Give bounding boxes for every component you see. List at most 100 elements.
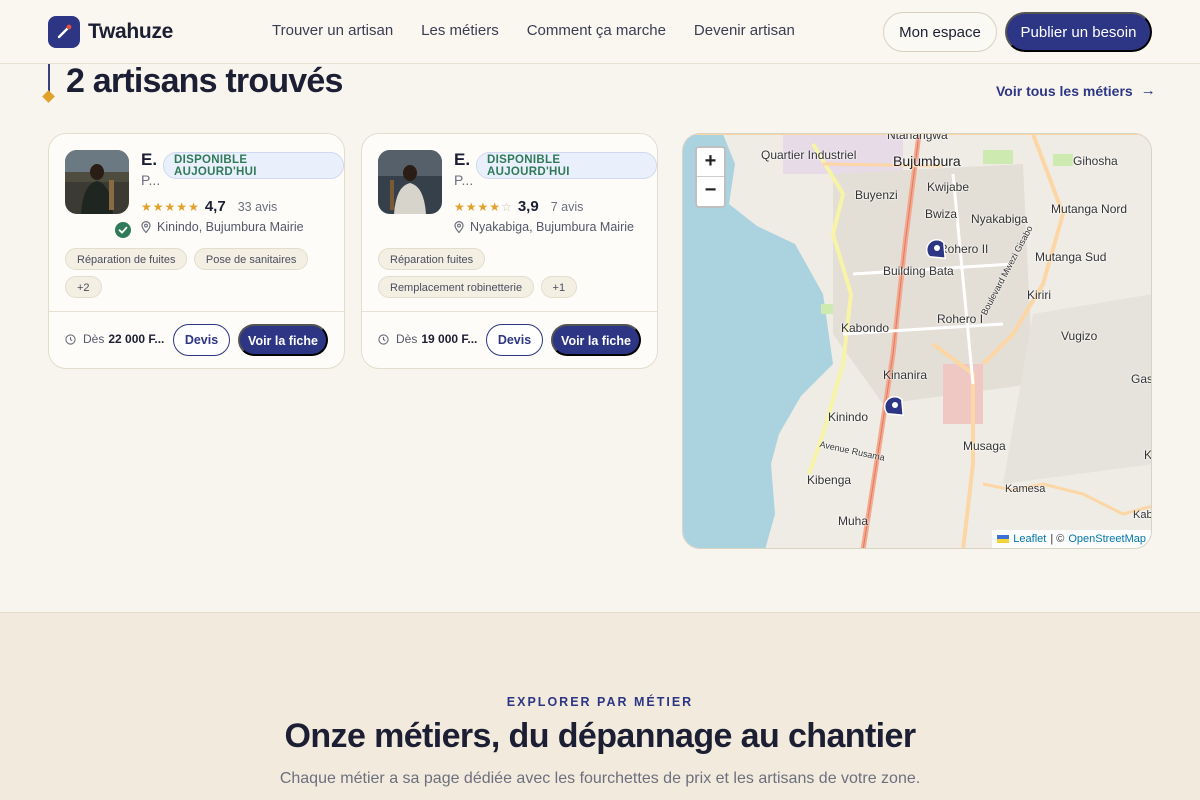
map-label: Musaga xyxy=(963,439,1006,453)
results-map[interactable]: Ntahangwa Quartier Industriel Bujumbura … xyxy=(682,133,1152,549)
clock-icon xyxy=(65,333,76,345)
section-eyebrow: EXPLORER PAR MÉTIER xyxy=(506,695,694,709)
map-label: Nyakabiga xyxy=(971,212,1028,226)
price-from: Dès 22 000 F... xyxy=(65,332,164,346)
map-label: Kab xyxy=(1133,509,1152,521)
more-tags-count: +1 xyxy=(540,276,578,298)
my-space-button[interactable]: Mon espace xyxy=(883,12,997,52)
star-icon: ★ xyxy=(164,199,176,214)
nav-how-it-works[interactable]: Comment ça marche xyxy=(527,22,666,39)
location-pin-icon xyxy=(454,221,464,233)
map-label: Mutanga Nord xyxy=(1051,202,1128,216)
results-title: 2 artisans trouvés xyxy=(66,62,343,100)
artisan-location: Kinindo, Bujumbura Mairie xyxy=(141,220,304,234)
artisan-name: E. xyxy=(454,150,471,169)
view-profile-button[interactable]: Voir la fiche xyxy=(238,324,328,356)
rating-row: ★ ★ ★ ★ ★ 4,7 33 avis xyxy=(141,198,277,215)
arrow-right-icon: → xyxy=(1140,82,1156,99)
avatar xyxy=(378,150,442,214)
map-label: Gas xyxy=(1131,372,1152,386)
zoom-out-button[interactable]: − xyxy=(697,177,724,206)
publish-need-button[interactable]: Publier un besoin xyxy=(1005,12,1152,52)
service-tags: Réparation de fuites Pose de sanitaires … xyxy=(65,248,335,304)
map-label: Bwiza xyxy=(925,207,958,221)
map-label: Gihosha xyxy=(1073,154,1118,168)
clock-icon xyxy=(378,333,389,345)
location-text: Nyakabiga, Bujumbura Mairie xyxy=(470,220,634,234)
map-label: K xyxy=(1144,448,1152,462)
card-divider xyxy=(49,311,344,312)
star-icon: ★ xyxy=(454,199,465,214)
card-divider xyxy=(362,311,657,312)
quote-button[interactable]: Devis xyxy=(486,324,543,356)
nav-trades[interactable]: Les métiers xyxy=(421,22,499,39)
star-icon: ★ xyxy=(477,199,489,214)
service-tags: Réparation fuites Remplacement robinette… xyxy=(378,248,648,304)
leaflet-link[interactable]: Leaflet xyxy=(1013,533,1046,545)
explore-trades-section: EXPLORER PAR MÉTIER Onze métiers, du dép… xyxy=(0,612,1200,800)
map-label: Kabondo xyxy=(841,321,890,335)
artisan-card[interactable]: E. P... DISPONIBLE AUJOURD'HUI ★ ★ ★ ★ ★… xyxy=(48,133,345,369)
map-label: Vugizo xyxy=(1061,329,1098,343)
service-tag: Remplacement robinetterie xyxy=(378,276,535,298)
artisan-map-marker[interactable] xyxy=(879,391,909,421)
star-icon: ★ xyxy=(152,199,164,214)
attribution-separator: | © xyxy=(1050,533,1065,545)
availability-badge: DISPONIBLE AUJOURD'HUI xyxy=(476,152,657,179)
map-label: Kibenga xyxy=(807,473,852,487)
map-label: Kwijabe xyxy=(927,180,970,194)
map-label: Quartier Industriel xyxy=(761,148,857,162)
nav-become-artisan[interactable]: Devenir artisan xyxy=(694,22,795,39)
verified-check-icon xyxy=(115,222,131,238)
map-label: Muha xyxy=(838,514,869,528)
star-icon: ★ xyxy=(489,199,501,214)
quote-button[interactable]: Devis xyxy=(173,324,230,356)
site-header: Twahuze Trouver un artisan Les métiers C… xyxy=(0,0,1200,64)
star-icon: ★ xyxy=(176,199,188,214)
availability-badge: DISPONIBLE AUJOURD'HUI xyxy=(163,152,344,179)
star-icon: ★ xyxy=(465,199,477,214)
map-label: Bujumbura xyxy=(893,153,961,169)
artisan-location: Nyakabiga, Bujumbura Mairie xyxy=(454,220,634,234)
view-profile-button[interactable]: Voir la fiche xyxy=(551,324,641,356)
brand-name: Twahuze xyxy=(88,20,174,43)
service-tag: Pose de sanitaires xyxy=(193,248,309,270)
artisan-trade: P... xyxy=(454,172,474,188)
price-from: Dès 19 000 F... xyxy=(378,332,477,346)
artisan-trade: P... xyxy=(141,172,161,188)
map-label: Kinindo xyxy=(828,410,869,424)
see-all-label: Voir tous les métiers xyxy=(996,82,1133,99)
map-label: Ntahangwa xyxy=(887,133,948,142)
rating-row: ★ ★ ★ ★ ☆ 3,9 7 avis xyxy=(454,198,583,215)
nav-find-artisan[interactable]: Trouver un artisan xyxy=(272,22,393,39)
brand-mark-icon xyxy=(48,16,80,48)
section-subtitle: Chaque métier a sa page dédiée avec les … xyxy=(279,770,921,787)
map-label: Mutanga Sud xyxy=(1035,250,1107,264)
map-label: Buyenzi xyxy=(855,188,898,202)
service-tag: Réparation de fuites xyxy=(65,248,188,270)
map-label: Kiriri xyxy=(1027,288,1051,302)
map-label: Rohero I xyxy=(937,312,984,326)
ukraine-flag-icon xyxy=(997,535,1010,543)
artisan-map-marker[interactable] xyxy=(921,234,951,264)
map-label: Kamesa xyxy=(1005,483,1046,495)
avatar xyxy=(65,150,129,214)
review-count: 33 avis xyxy=(237,199,278,214)
price-value: 19 000 F... xyxy=(421,332,478,346)
section-title: Onze métiers, du dépannage au chantier xyxy=(284,717,917,755)
location-pin-icon xyxy=(141,221,151,233)
price-value: 22 000 F... xyxy=(108,332,165,346)
zoom-in-button[interactable]: + xyxy=(697,148,724,177)
map-label: Kinanira xyxy=(883,368,928,382)
service-tag: Réparation fuites xyxy=(378,248,486,270)
location-text: Kinindo, Bujumbura Mairie xyxy=(157,220,304,234)
osm-link[interactable]: OpenStreetMap xyxy=(1068,533,1146,545)
price-prefix: Dès xyxy=(396,332,418,346)
map-label: Building Bata xyxy=(883,264,954,278)
map-attribution: Leaflet | © OpenStreetMap xyxy=(992,530,1151,548)
review-count: 7 avis xyxy=(550,199,584,214)
see-all-trades-link[interactable]: Voir tous les métiers → xyxy=(996,82,1156,99)
brand-logo[interactable]: Twahuze xyxy=(48,16,173,48)
artisan-card[interactable]: E. P... DISPONIBLE AUJOURD'HUI ★ ★ ★ ★ ☆… xyxy=(361,133,658,369)
star-empty-icon: ☆ xyxy=(501,199,512,214)
